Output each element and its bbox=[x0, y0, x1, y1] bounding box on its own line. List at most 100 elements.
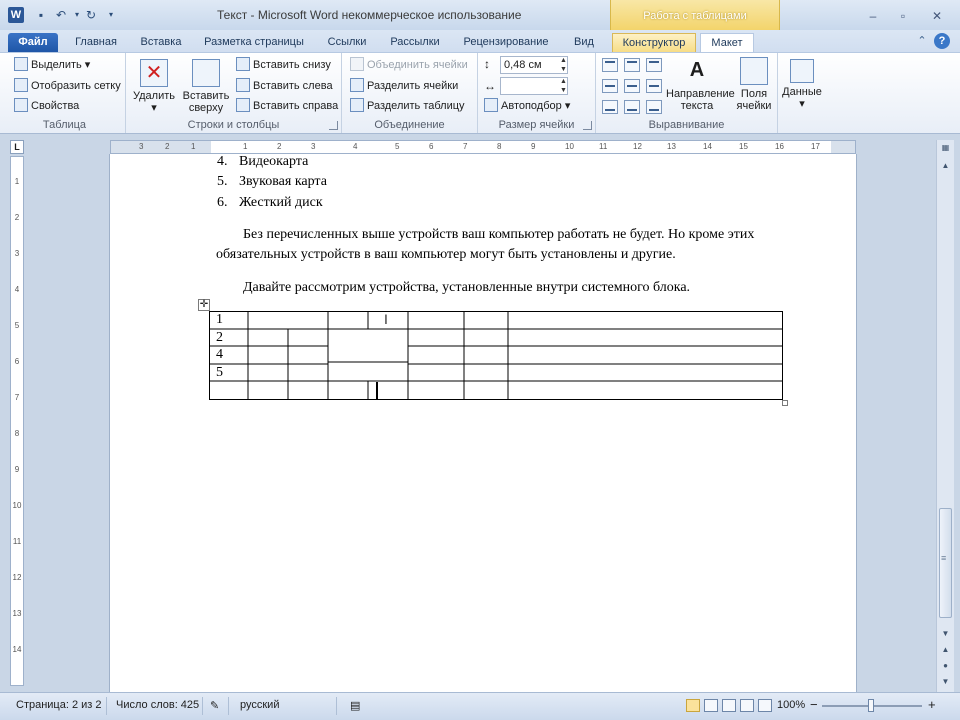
tab-selector-icon[interactable]: L bbox=[10, 140, 24, 154]
close-icon[interactable]: ✕ bbox=[926, 8, 948, 24]
properties-icon bbox=[14, 98, 28, 112]
language-indicator[interactable]: русский bbox=[240, 699, 279, 711]
document-table[interactable] bbox=[208, 310, 786, 402]
ruler-tick: 8 bbox=[497, 142, 502, 151]
cursor-icon bbox=[14, 57, 28, 71]
tab-insert[interactable]: Вставка bbox=[134, 33, 188, 52]
column-width-spinner[interactable]: ▲ ▼ bbox=[558, 77, 569, 95]
tab-design[interactable]: Конструктор bbox=[612, 33, 696, 52]
status-divider bbox=[336, 697, 337, 715]
cell-margins-button[interactable]: Поля ячейки bbox=[732, 57, 776, 112]
align-bottom-center-icon[interactable] bbox=[624, 100, 640, 114]
insert-right-button[interactable]: Вставить справа bbox=[236, 97, 338, 115]
select-button[interactable]: Выделить ▾ bbox=[14, 56, 90, 74]
outline-view-icon[interactable] bbox=[740, 699, 754, 712]
align-top-left-icon[interactable] bbox=[602, 58, 618, 72]
align-top-center-icon[interactable] bbox=[624, 58, 640, 72]
tab-home[interactable]: Главная bbox=[68, 33, 124, 52]
vertical-ruler[interactable]: 1 2 3 4 5 6 7 8 9 10 11 12 13 14 bbox=[10, 156, 24, 686]
ruler-tick: 3 bbox=[139, 142, 144, 151]
align-top-right-icon[interactable] bbox=[646, 58, 662, 72]
proofing-icon[interactable]: ✎ bbox=[210, 699, 219, 712]
properties-button[interactable]: Свойства bbox=[14, 97, 79, 115]
redo-icon[interactable]: ↻ bbox=[84, 8, 98, 22]
delete-label: Удалить bbox=[133, 90, 175, 102]
tab-file[interactable]: Файл bbox=[8, 33, 58, 52]
tab-view[interactable]: Вид bbox=[566, 33, 602, 52]
vertical-scrollbar[interactable]: ▦ ▲ ▼ ▲ ● ▼ bbox=[936, 140, 954, 692]
rows-columns-launcher-icon[interactable] bbox=[329, 121, 338, 130]
split-cells-button[interactable]: Разделить ячейки bbox=[350, 77, 458, 95]
ribbon-tabs: Файл Главная Вставка Разметка страницы С… bbox=[0, 30, 960, 52]
document-page[interactable]: 4. Видеокарта 5. Звуковая карта 6. Жестк… bbox=[110, 154, 856, 692]
text-direction-label: Направление текста bbox=[666, 88, 735, 112]
split-table-button[interactable]: Разделить таблицу bbox=[350, 97, 465, 115]
table-cell-text: 2 bbox=[216, 330, 223, 345]
print-layout-view-icon[interactable] bbox=[686, 699, 700, 712]
align-bottom-right-icon[interactable] bbox=[646, 100, 662, 114]
restore-icon[interactable]: ▫ bbox=[892, 8, 914, 24]
insert-above-button[interactable]: Вставить сверху bbox=[180, 59, 232, 114]
text-direction-icon: A bbox=[689, 59, 705, 81]
delete-button[interactable]: ✕ Удалить ▾ bbox=[130, 59, 178, 114]
horizontal-ruler[interactable]: 3 2 1 1 2 3 4 5 6 7 8 9 10 11 12 13 14 1… bbox=[110, 140, 856, 154]
word-count[interactable]: Число слов: 425 bbox=[116, 699, 199, 711]
ruler-tick: 10 bbox=[12, 501, 22, 510]
status-divider bbox=[228, 697, 229, 715]
split-table-label: Разделить таблицу bbox=[367, 100, 465, 112]
zoom-slider-thumb[interactable] bbox=[868, 699, 874, 712]
data-icon bbox=[790, 59, 814, 83]
scrollbar-thumb[interactable] bbox=[939, 508, 952, 618]
split-cells-icon bbox=[350, 78, 364, 92]
zoom-level[interactable]: 100% bbox=[777, 699, 805, 711]
zoom-out-icon[interactable]: − bbox=[810, 697, 818, 712]
customize-toolbar-icon[interactable]: ▾ bbox=[104, 8, 118, 22]
ruler-tick: 17 bbox=[811, 142, 820, 151]
show-grid-button[interactable]: Отобразить сетку bbox=[14, 77, 121, 95]
save-icon[interactable]: ▪ bbox=[34, 8, 48, 22]
next-page-icon[interactable]: ▼ bbox=[938, 674, 953, 690]
undo-icon[interactable]: ↶ bbox=[54, 8, 68, 22]
data-button[interactable]: Данные ▾ bbox=[780, 59, 824, 110]
zoom-in-icon[interactable]: + bbox=[928, 697, 936, 712]
word-app-icon[interactable]: W bbox=[8, 7, 24, 23]
list-item: Звуковая карта bbox=[239, 174, 327, 189]
align-middle-left-icon[interactable] bbox=[602, 79, 618, 93]
autofit-button[interactable]: Автоподбор ▾ bbox=[484, 97, 570, 115]
text-direction-button[interactable]: A Направление текста bbox=[662, 57, 735, 112]
ruler-toggle-icon[interactable]: ▦ bbox=[938, 140, 953, 156]
web-layout-icon[interactable] bbox=[722, 699, 736, 712]
insert-below-button[interactable]: Вставить снизу bbox=[236, 56, 331, 74]
merge-cells-button[interactable]: Объединить ячейки bbox=[350, 56, 468, 74]
split-table-icon bbox=[350, 98, 364, 112]
scroll-up-icon[interactable]: ▲ bbox=[938, 158, 953, 174]
align-middle-right-icon[interactable] bbox=[646, 79, 662, 93]
page-indicator[interactable]: Страница: 2 из 2 bbox=[16, 699, 102, 711]
align-bottom-left-icon[interactable] bbox=[602, 100, 618, 114]
ruler-tick: 11 bbox=[599, 142, 608, 151]
tab-mailings[interactable]: Рассылки bbox=[384, 33, 446, 52]
row-height-icon: ↕ bbox=[484, 57, 490, 71]
minimize-ribbon-icon[interactable]: ⌃ bbox=[914, 33, 930, 49]
help-icon[interactable]: ? bbox=[934, 33, 950, 49]
tab-review[interactable]: Рецензирование bbox=[456, 33, 556, 52]
previous-page-icon[interactable]: ▲ bbox=[938, 642, 953, 658]
macro-record-icon[interactable]: ▤ bbox=[350, 699, 360, 712]
tab-page-layout[interactable]: Разметка страницы bbox=[198, 33, 310, 52]
ruler-tick: 2 bbox=[277, 142, 282, 151]
draft-view-icon[interactable] bbox=[758, 699, 772, 712]
minimize-icon[interactable]: – bbox=[862, 8, 884, 24]
full-screen-reading-icon[interactable] bbox=[704, 699, 718, 712]
tab-references[interactable]: Ссылки bbox=[320, 33, 374, 52]
cell-size-launcher-icon[interactable] bbox=[583, 121, 592, 130]
status-bar: Страница: 2 из 2 Число слов: 425 ✎ русск… bbox=[0, 692, 960, 720]
scroll-down-icon[interactable]: ▼ bbox=[938, 626, 953, 642]
table-resize-handle[interactable] bbox=[782, 400, 788, 406]
undo-dropdown-icon[interactable]: ▾ bbox=[70, 8, 84, 22]
tab-layout[interactable]: Макет bbox=[700, 33, 754, 52]
row-height-spinner[interactable]: ▲ ▼ bbox=[558, 56, 569, 74]
select-browse-object-icon[interactable]: ● bbox=[938, 658, 953, 674]
align-middle-center-icon[interactable] bbox=[624, 79, 640, 93]
ruler-tick: 4 bbox=[353, 142, 358, 151]
insert-left-button[interactable]: Вставить слева bbox=[236, 77, 333, 95]
